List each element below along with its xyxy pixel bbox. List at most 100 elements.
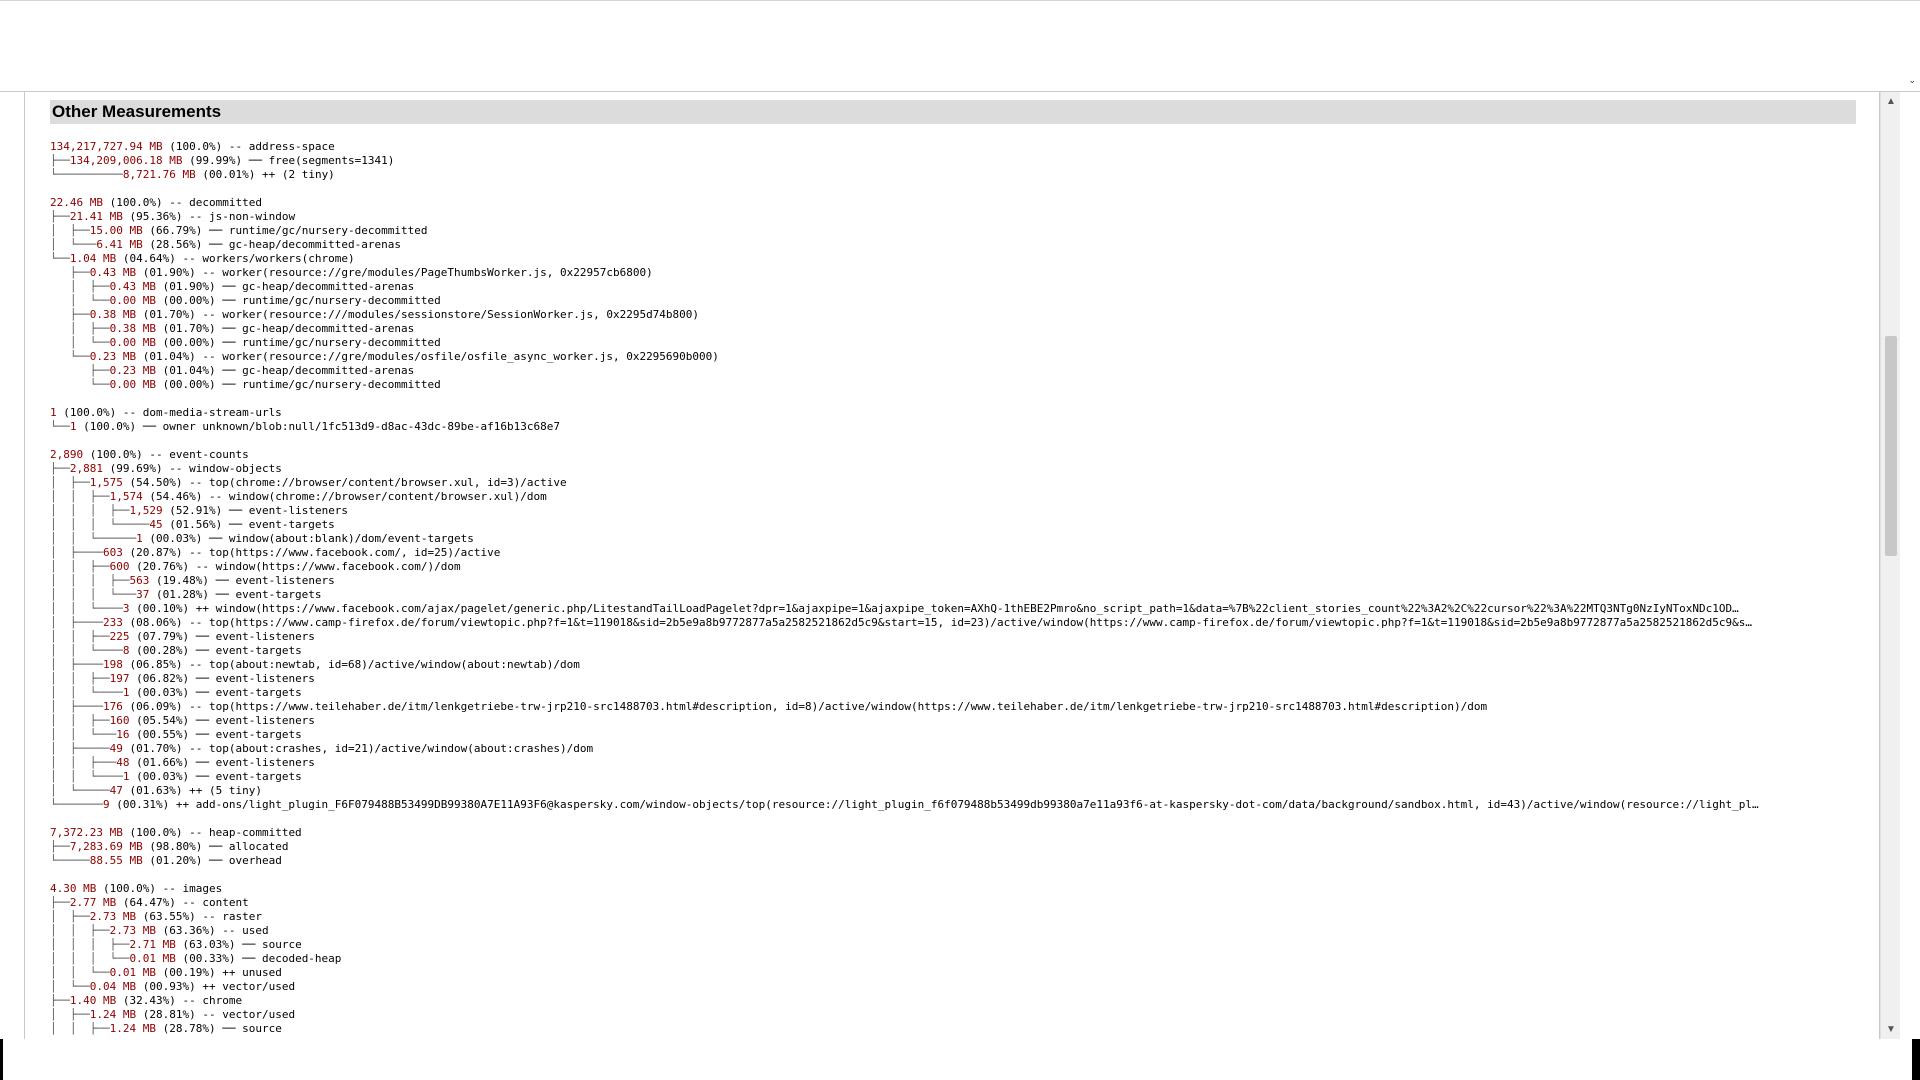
expand-marker[interactable]: ──	[222, 322, 235, 335]
report-line[interactable]: └──1 (100.0%) ── owner unknown/blob:null…	[50, 420, 1875, 434]
expand-marker[interactable]: ──	[222, 280, 235, 293]
expand-marker[interactable]: ──	[222, 364, 235, 377]
report-line[interactable]: │ └──0.00 MB (00.00%) ── runtime/gc/nurs…	[50, 294, 1875, 308]
report-line[interactable]: └──0.00 MB (00.00%) ── runtime/gc/nurser…	[50, 378, 1875, 392]
report-line[interactable]: ├──7,283.69 MB (98.80%) ── allocated	[50, 840, 1875, 854]
report-line[interactable]: └──0.23 MB (01.04%) -- worker(resource:/…	[50, 350, 1875, 364]
expand-marker[interactable]: ──	[209, 224, 222, 237]
report-line[interactable]: │ └──0.00 MB (00.00%) ── runtime/gc/nurs…	[50, 336, 1875, 350]
report-line[interactable]: │ ├────603 (20.87%) -- top(https://www.f…	[50, 546, 1875, 560]
report-line[interactable]: │ │ ├──160 (05.54%) ── event-listeners	[50, 714, 1875, 728]
expand-marker[interactable]: --	[182, 994, 195, 1007]
scroll-down-arrow-icon[interactable]: ▼	[1881, 1024, 1901, 1035]
expand-marker[interactable]: ──	[242, 952, 255, 965]
expand-marker[interactable]: ──	[229, 504, 242, 517]
report-line[interactable]: │ │ │ ├──563 (19.48%) ── event-listeners	[50, 574, 1875, 588]
expand-marker[interactable]: --	[182, 252, 195, 265]
expand-marker[interactable]: ──	[216, 588, 229, 601]
report-line[interactable]: 1 (100.0%) -- dom-media-stream-urls	[50, 406, 1875, 420]
expand-marker[interactable]: --	[222, 924, 235, 937]
report-line[interactable]: │ │ ├──197 (06.82%) ── event-listeners	[50, 672, 1875, 686]
report-line[interactable]: │ │ ├──225 (07.79%) ── event-listeners	[50, 630, 1875, 644]
expand-marker[interactable]: --	[202, 266, 215, 279]
expand-marker[interactable]: ──	[229, 518, 242, 531]
report-line[interactable]: │ │ ├──1.24 MB (28.78%) ── source	[50, 1022, 1875, 1036]
expand-marker[interactable]: --	[202, 1008, 215, 1021]
report-line[interactable]: │ ├──0.38 MB (01.70%) ── gc-heap/decommi…	[50, 322, 1875, 336]
report-line[interactable]: │ │ │ └───37 (01.28%) ── event-targets	[50, 588, 1875, 602]
scroll-up-arrow-icon[interactable]: ▲	[1881, 96, 1901, 107]
report-line[interactable]: ├──0.23 MB (01.04%) ── gc-heap/decommitt…	[50, 364, 1875, 378]
expand-marker[interactable]: --	[209, 490, 222, 503]
expand-marker[interactable]: ──	[222, 1022, 235, 1035]
expand-marker[interactable]: --	[189, 658, 202, 671]
report-line[interactable]: │ │ │ └─────45 (01.56%) ── event-targets	[50, 518, 1875, 532]
expand-marker[interactable]: --	[169, 196, 182, 209]
expand-marker[interactable]: --	[149, 448, 162, 461]
report-line[interactable]: ├──2.77 MB (64.47%) -- content	[50, 896, 1875, 910]
expand-marker[interactable]: --	[123, 406, 136, 419]
report-line[interactable]: └──────────8,721.76 MB (00.01%) ++ (2 ti…	[50, 168, 1875, 182]
report-line[interactable]: │ │ └──0.01 MB (00.19%) ++ unused	[50, 966, 1875, 980]
report-line[interactable]: │ ├────233 (08.06%) -- top(https://www.c…	[50, 616, 1875, 630]
expand-marker[interactable]: --	[202, 308, 215, 321]
expand-marker[interactable]: --	[182, 896, 195, 909]
expand-marker[interactable]: --	[189, 546, 202, 559]
report-line[interactable]: │ ├────176 (06.09%) -- top(https://www.t…	[50, 700, 1875, 714]
report-line[interactable]: │ ├──2.73 MB (63.55%) -- raster	[50, 910, 1875, 924]
report-line[interactable]: │ │ ├──2.73 MB (63.36%) -- used	[50, 924, 1875, 938]
report-line[interactable]: │ ├──1.24 MB (28.81%) -- vector/used	[50, 1008, 1875, 1022]
expand-marker[interactable]: ++	[222, 966, 235, 979]
scrollbar-thumb[interactable]	[1885, 336, 1897, 556]
expand-marker[interactable]: ──	[196, 770, 209, 783]
report-line[interactable]: │ └──0.04 MB (00.93%) ++ vector/used	[50, 980, 1875, 994]
report-line[interactable]: │ │ │ └──0.01 MB (00.33%) ── decoded-hea…	[50, 952, 1875, 966]
expand-marker[interactable]: ──	[196, 630, 209, 643]
report-line[interactable]: 2,890 (100.0%) -- event-counts	[50, 448, 1875, 462]
expand-marker[interactable]: ──	[196, 644, 209, 657]
expand-marker[interactable]: --	[202, 910, 215, 923]
report-line[interactable]: ├──1.40 MB (32.43%) -- chrome	[50, 994, 1875, 1008]
expand-marker[interactable]: --	[189, 616, 202, 629]
report-line[interactable]: │ │ └───16 (00.55%) ── event-targets	[50, 728, 1875, 742]
expand-marker[interactable]: --	[163, 882, 176, 895]
report-line[interactable]: ├──0.38 MB (01.70%) -- worker(resource:/…	[50, 308, 1875, 322]
report-line[interactable]: ├──21.41 MB (95.36%) -- js-non-window	[50, 210, 1875, 224]
expand-marker[interactable]: ──	[209, 238, 222, 251]
report-line[interactable]: │ │ │ ├──2.71 MB (63.03%) ── source	[50, 938, 1875, 952]
report-line[interactable]: │ ├──1,575 (54.50%) -- top(chrome://brow…	[50, 476, 1875, 490]
report-line[interactable]: └──1.04 MB (04.64%) -- workers/workers(c…	[50, 252, 1875, 266]
expand-marker[interactable]: ──	[222, 378, 235, 391]
expand-marker[interactable]: ──	[222, 294, 235, 307]
expand-marker[interactable]: ──	[209, 532, 222, 545]
report-line[interactable]: └───────9 (00.31%) ++ add-ons/light_plug…	[50, 798, 1875, 812]
report-line[interactable]: │ │ └──────1 (00.03%) ── window(about:bl…	[50, 532, 1875, 546]
expand-marker[interactable]: ++	[196, 602, 209, 615]
report-line[interactable]: ├──2,881 (99.69%) -- window-objects	[50, 462, 1875, 476]
expand-marker[interactable]: ++	[176, 798, 189, 811]
expand-marker[interactable]: --	[189, 742, 202, 755]
expand-marker[interactable]: --	[229, 140, 242, 153]
report-line[interactable]: │ ├────198 (06.85%) -- top(about:newtab,…	[50, 658, 1875, 672]
expand-marker[interactable]: ++	[202, 980, 215, 993]
report-line[interactable]: │ │ ├──600 (20.76%) -- window(https://ww…	[50, 560, 1875, 574]
report-line[interactable]: │ │ │ ├──1,529 (52.91%) ── event-listene…	[50, 504, 1875, 518]
expand-marker[interactable]: ──	[196, 728, 209, 741]
expand-marker[interactable]: ──	[196, 714, 209, 727]
expand-marker[interactable]: ──	[209, 840, 222, 853]
report-line[interactable]: │ │ ├──1,574 (54.46%) -- window(chrome:/…	[50, 490, 1875, 504]
expand-marker[interactable]: ──	[196, 756, 209, 769]
report-line[interactable]: │ ├──0.43 MB (01.90%) ── gc-heap/decommi…	[50, 280, 1875, 294]
report-line[interactable]: ├──0.43 MB (01.90%) -- worker(resource:/…	[50, 266, 1875, 280]
report-line[interactable]: │ │ ├───48 (01.66%) ── event-listeners	[50, 756, 1875, 770]
expand-marker[interactable]: ──	[196, 672, 209, 685]
expand-marker[interactable]: --	[196, 560, 209, 573]
expand-marker[interactable]: --	[202, 350, 215, 363]
expand-marker[interactable]: ──	[143, 420, 156, 433]
report-line[interactable]: 134,217,727.94 MB (100.0%) -- address-sp…	[50, 140, 1875, 154]
report-line[interactable]: │ │ └────8 (00.28%) ── event-targets	[50, 644, 1875, 658]
expand-marker[interactable]: ──	[242, 938, 255, 951]
report-line[interactable]: │ ├──15.00 MB (66.79%) ── runtime/gc/nur…	[50, 224, 1875, 238]
expand-marker[interactable]: --	[189, 700, 202, 713]
report-line[interactable]: 22.46 MB (100.0%) -- decommitted	[50, 196, 1875, 210]
